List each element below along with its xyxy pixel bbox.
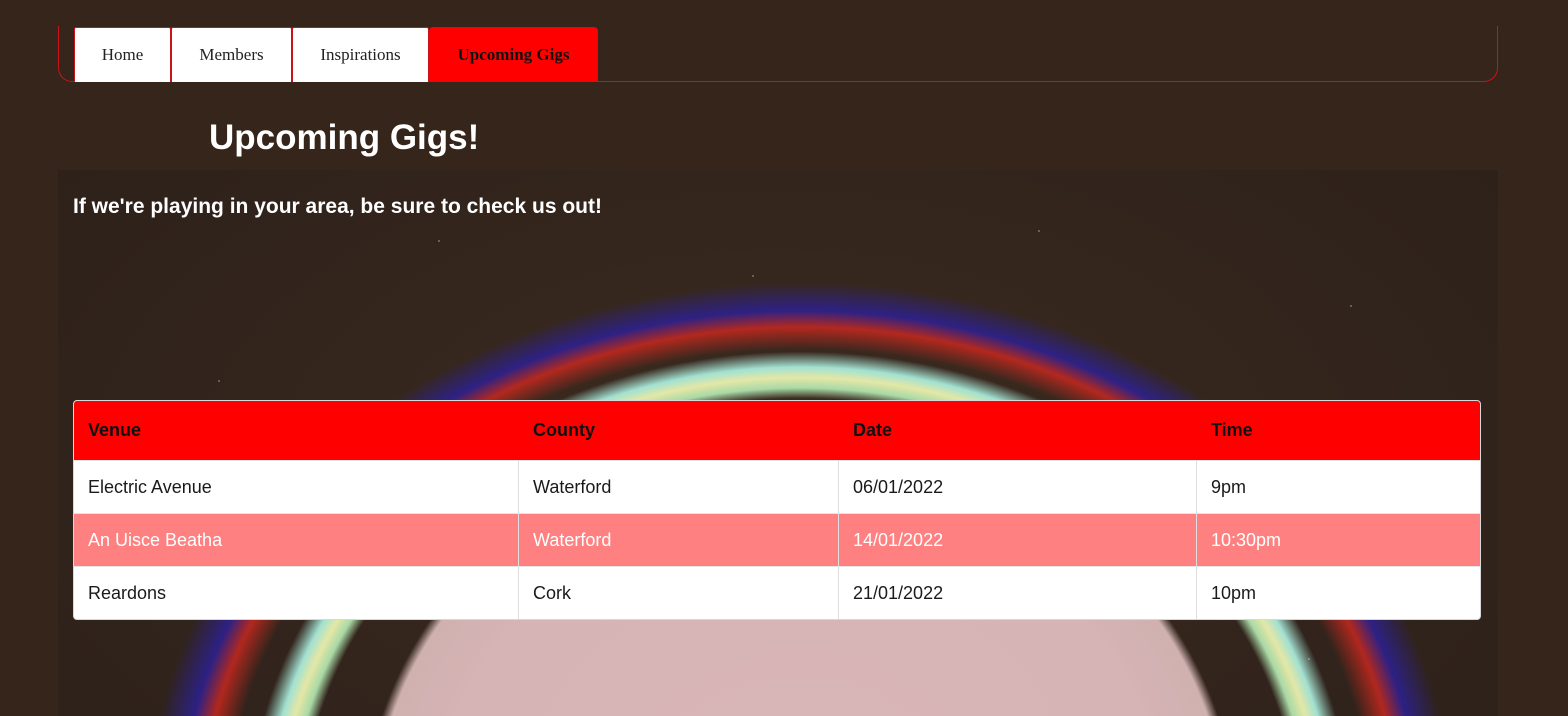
cell-county: Cork — [519, 566, 839, 619]
tab-upcoming-gigs[interactable]: Upcoming Gigs — [429, 27, 598, 82]
column-header-venue: Venue — [74, 401, 519, 460]
column-header-county: County — [519, 401, 839, 460]
cell-county: Waterford — [519, 460, 839, 513]
cell-venue: An Uisce Beatha — [74, 513, 519, 566]
table-header-row: Venue County Date Time — [74, 401, 1480, 460]
page-subtitle: If we're playing in your area, be sure t… — [73, 195, 602, 218]
page: Home Members Inspirations Upcoming Gigs … — [58, 0, 1498, 716]
cell-time: 10:30pm — [1197, 513, 1480, 566]
cell-venue: Electric Avenue — [74, 460, 519, 513]
column-header-date: Date — [839, 401, 1197, 460]
tab-members[interactable]: Members — [171, 27, 292, 82]
cell-date: 06/01/2022 — [839, 460, 1197, 513]
tab-home[interactable]: Home — [74, 27, 171, 82]
column-header-time: Time — [1197, 401, 1480, 460]
cell-date: 14/01/2022 — [839, 513, 1197, 566]
gigs-table: Venue County Date Time Electric Avenue W… — [73, 400, 1481, 620]
cell-date: 21/01/2022 — [839, 566, 1197, 619]
table-row: Reardons Cork 21/01/2022 10pm — [74, 566, 1480, 619]
cell-time: 10pm — [1197, 566, 1480, 619]
page-title: Upcoming Gigs! — [209, 118, 480, 157]
cell-time: 9pm — [1197, 460, 1480, 513]
tab-inspirations[interactable]: Inspirations — [292, 27, 429, 82]
cell-county: Waterford — [519, 513, 839, 566]
cell-venue: Reardons — [74, 566, 519, 619]
table-row: An Uisce Beatha Waterford 14/01/2022 10:… — [74, 513, 1480, 566]
table-row: Electric Avenue Waterford 06/01/2022 9pm — [74, 460, 1480, 513]
main-nav: Home Members Inspirations Upcoming Gigs — [58, 26, 1498, 82]
